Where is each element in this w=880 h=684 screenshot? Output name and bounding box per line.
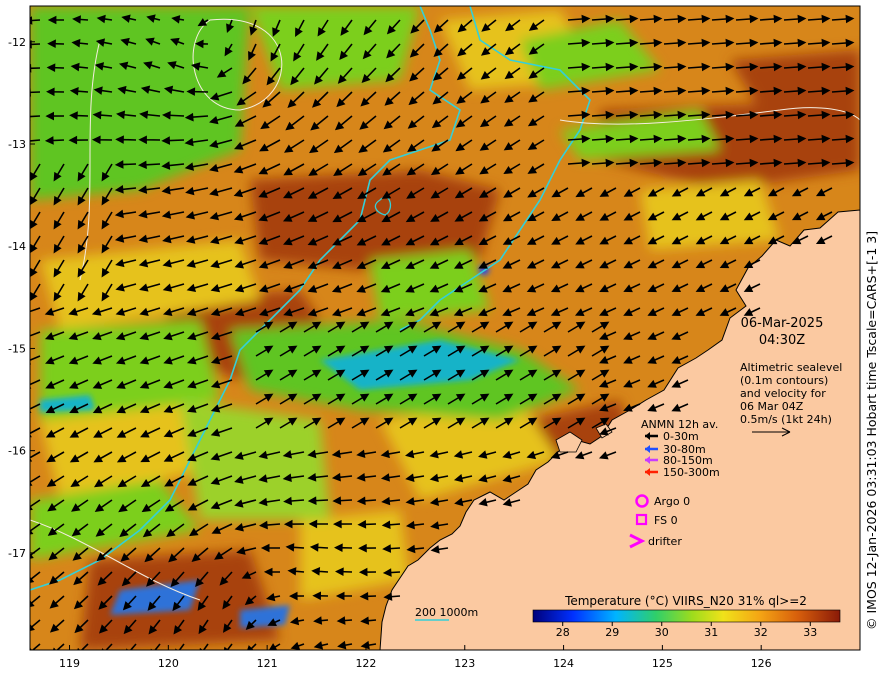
colorbar-tick-label: 29 [605,626,619,639]
colorbar-tick-label: 28 [556,626,570,639]
lon-tick-label: 122 [355,657,376,670]
sst-map-figure: 119 120 121 122 123 124 125 126 -12 -13 -14 -15 -16… [0,0,880,680]
lon-tick-label: 126 [751,657,772,670]
altimetry-line: (0.1m contours) [740,374,828,387]
lat-tick-label: -13 [8,138,26,151]
lat-tick-label: -17 [8,547,26,560]
lon-tick-label: 119 [59,657,80,670]
bathymetry-label: 200 1000m [415,606,478,619]
argo-label: Argo 0 [654,495,690,508]
colorbar-title: Temperature (°C) VIIRS_N20 31% ql>=2 [564,594,807,608]
colorbar-gradient [532,609,841,623]
sst-map-canvas: 119 120 121 122 123 124 125 126 -12 -13 -14 -15 -16… [8,5,861,670]
altimetry-line: 0.5m/s (1kt 24h) [740,413,832,426]
anmn-item-label: 150-300m [663,466,720,479]
fs-label: FS 0 [654,514,678,527]
altimetry-line: and velocity for [740,387,826,400]
colorbar-tick-label: 32 [754,626,768,639]
lon-tick-label: 123 [454,657,475,670]
colorbar-tick-label: 30 [655,626,669,639]
lon-tick-label: 121 [257,657,278,670]
lat-tick-label: -16 [8,445,26,458]
lat-tick-label: -14 [8,240,26,253]
lon-tick-label: 125 [652,657,673,670]
colorbar-tick-label: 33 [803,626,817,639]
colorbar-tick-label: 31 [704,626,718,639]
lon-tick-label: 120 [158,657,179,670]
map-time: 04:30Z [759,333,805,348]
drifter-label: drifter [648,535,682,548]
bathymetry-legend: 200 1000m [415,606,478,621]
lat-tick-label: -12 [8,36,26,49]
credit-text: © IMOS 12-Jan-2026 03:31:03 Hobart time … [864,230,879,630]
lon-tick-label: 124 [553,657,574,670]
lat-tick-label: -15 [8,342,26,355]
altimetry-line: 06 Mar 04Z [740,400,804,413]
map-date: 06-Mar-2025 [741,316,824,331]
anmn-item-label: 0-30m [663,430,699,443]
map-area [30,6,860,650]
altimetry-line: Altimetric sealevel [740,361,842,374]
